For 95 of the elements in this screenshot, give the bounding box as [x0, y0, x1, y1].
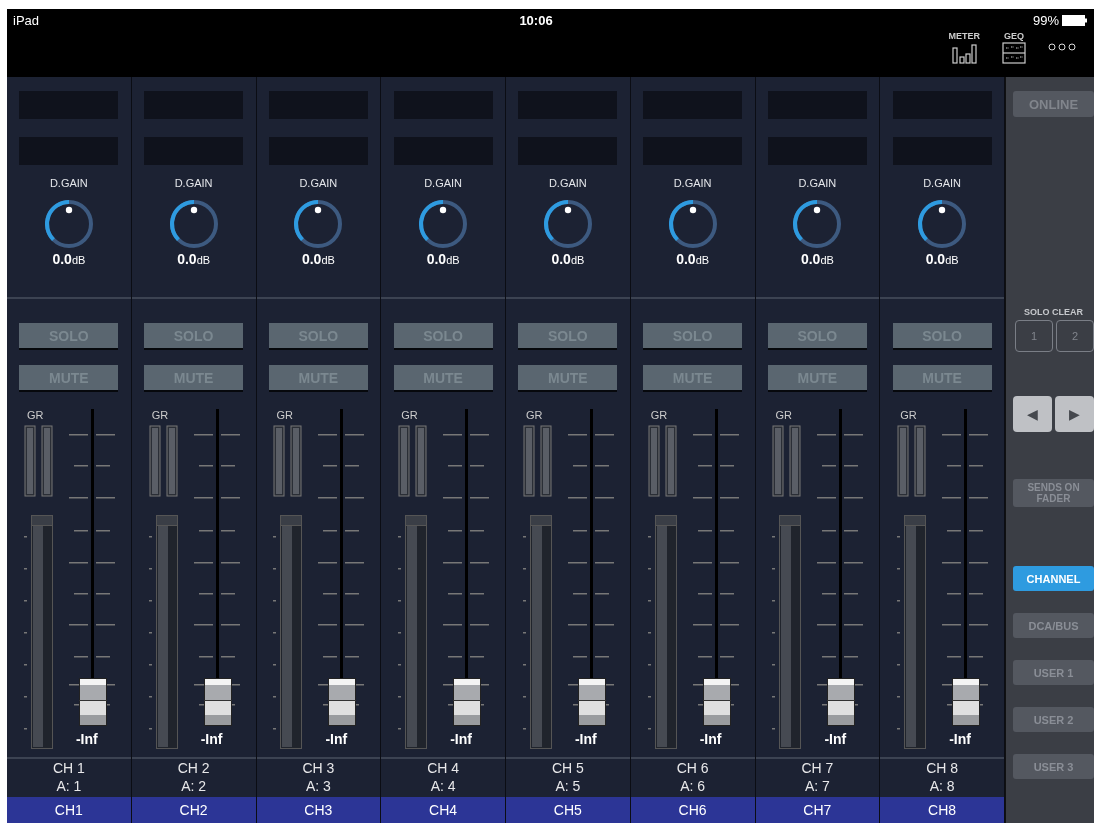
- fader-reading: -Inf: [450, 731, 472, 747]
- gr-meter-drawing: [648, 425, 677, 497]
- device-name: iPad: [13, 12, 40, 28]
- next-button[interactable]: ▶: [1055, 396, 1094, 432]
- fader-reading: -Inf: [699, 731, 722, 747]
- gain-value: 0.0dB: [301, 251, 335, 267]
- battery-icon: [1062, 14, 1088, 26]
- gain-label: D.GAIN: [923, 177, 962, 189]
- gr-label: GR: [650, 409, 668, 421]
- gain-value: 0.0dB: [676, 251, 710, 267]
- fader-cap[interactable]: [577, 678, 606, 726]
- gr-label: GR: [26, 409, 44, 421]
- gain-value: 0.0dB: [177, 251, 211, 267]
- channel-name: CH 1: [52, 759, 85, 777]
- input-assign: A: 5: [555, 777, 581, 795]
- toolbar-label: METER: [948, 31, 980, 41]
- channel-tag[interactable]: CH7: [755, 797, 880, 823]
- channel-tag[interactable]: CH2: [131, 797, 256, 823]
- fader-cap[interactable]: [453, 678, 482, 726]
- gain-label: D.GAIN: [798, 177, 837, 189]
- more-icon[interactable]: [1048, 43, 1076, 51]
- gr-meter-drawing: [149, 425, 178, 497]
- gr-label: GR: [276, 409, 293, 421]
- channel-tag[interactable]: CH8: [880, 797, 1004, 823]
- gain-value: 0.0dB: [800, 251, 834, 267]
- gain-knob[interactable]: [43, 199, 94, 249]
- gr-label: GR: [900, 409, 917, 421]
- gain-knob[interactable]: [917, 199, 968, 249]
- fader-reading: -Inf: [75, 731, 98, 747]
- input-assign: A: 4: [430, 777, 456, 795]
- layer-button[interactable]: CHANNEL: [1013, 566, 1094, 591]
- fader-cap[interactable]: [827, 678, 856, 726]
- solo-clear-label: SOLO CLEAR: [1023, 307, 1084, 317]
- channel-name: CH 6: [676, 759, 709, 777]
- equalizer-icon[interactable]: [1002, 42, 1026, 64]
- gain-label: D.GAIN: [548, 177, 587, 189]
- gain-knob[interactable]: [667, 199, 718, 249]
- gr-label: GR: [151, 409, 169, 421]
- channel-tag[interactable]: CH5: [506, 797, 630, 823]
- gr-meter-drawing: [523, 425, 552, 497]
- fader-cap[interactable]: [328, 678, 357, 726]
- fader-cap[interactable]: [702, 678, 731, 726]
- previous-button[interactable]: ◀: [1013, 396, 1052, 432]
- input-assign: A: 1: [56, 777, 82, 795]
- fader-reading: -Inf: [824, 731, 847, 747]
- gain-knob[interactable]: [542, 199, 593, 249]
- channel-tag[interactable]: CH1: [7, 797, 131, 823]
- channel-tag[interactable]: CH6: [630, 797, 755, 823]
- gr-meter-drawing: [398, 425, 427, 497]
- meter-icon[interactable]: [951, 42, 978, 64]
- solo-clear-button[interactable]: 1: [1015, 320, 1053, 352]
- channel-name: CH 7: [801, 759, 834, 777]
- gr-label: GR: [525, 409, 543, 421]
- gr-label: GR: [401, 409, 418, 421]
- battery-percent: 99%: [1032, 12, 1059, 28]
- gain-knob[interactable]: [792, 199, 843, 249]
- gain-label: D.GAIN: [174, 177, 213, 189]
- gr-label: GR: [775, 409, 792, 421]
- channel-name: CH 2: [177, 759, 210, 777]
- gr-meter-drawing: [772, 425, 801, 497]
- gain-value: 0.0dB: [925, 251, 959, 267]
- channel-tag[interactable]: CH4: [381, 797, 505, 823]
- input-assign: A: 8: [929, 777, 955, 795]
- gain-label: D.GAIN: [49, 177, 88, 189]
- gain-value: 0.0dB: [551, 251, 585, 267]
- gain-label: D.GAIN: [424, 177, 463, 189]
- gain-label: D.GAIN: [299, 177, 338, 189]
- input-assign: A: 6: [680, 777, 706, 795]
- gain-label: D.GAIN: [673, 177, 712, 189]
- gr-meter-drawing: [24, 425, 53, 497]
- fader-reading: -Inf: [200, 731, 223, 747]
- gain-knob[interactable]: [168, 199, 219, 249]
- fader-reading: -Inf: [325, 731, 348, 747]
- channel-name: CH 3: [302, 759, 335, 777]
- input-assign: A: 3: [305, 777, 331, 795]
- gain-knob[interactable]: [293, 199, 344, 249]
- channel-name: CH 5: [551, 759, 584, 777]
- input-assign: A: 2: [181, 777, 207, 795]
- fader-cap[interactable]: [203, 678, 232, 726]
- fader-reading: -Inf: [574, 731, 597, 747]
- fader-cap[interactable]: [78, 678, 107, 726]
- channel-name: CH 8: [926, 759, 959, 777]
- gr-meter-drawing: [897, 425, 926, 497]
- fader-reading: -Inf: [949, 731, 971, 747]
- channel-name: CH 4: [427, 759, 460, 777]
- gain-knob[interactable]: [418, 199, 469, 249]
- gr-meter-drawing: [273, 425, 302, 497]
- toolbar-label: GEQ: [1004, 31, 1024, 41]
- solo-clear-button[interactable]: 2: [1056, 320, 1094, 352]
- clock: 10:06: [519, 12, 553, 28]
- gain-value: 0.0dB: [52, 251, 86, 267]
- fader-cap[interactable]: [952, 678, 981, 726]
- channel-tag[interactable]: CH3: [256, 797, 381, 823]
- input-assign: A: 7: [804, 777, 830, 795]
- gain-value: 0.0dB: [426, 251, 460, 267]
